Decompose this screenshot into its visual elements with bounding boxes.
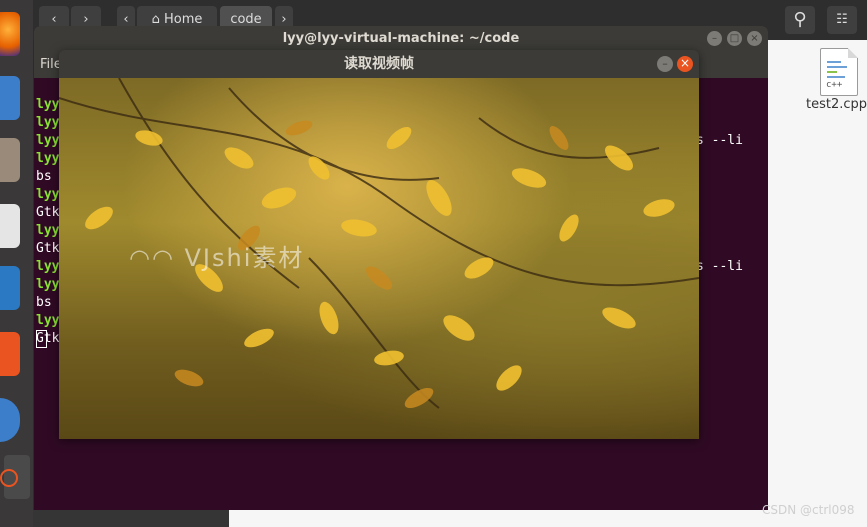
page-fold bbox=[848, 48, 858, 58]
home-icon: ⌂ bbox=[151, 12, 164, 27]
terminal-maximize-button[interactable]: □ bbox=[727, 31, 742, 46]
terminal-line: lyy bbox=[36, 259, 60, 274]
terminal-line: Gtk bbox=[36, 241, 60, 256]
search-icon[interactable]: ⚲ bbox=[785, 6, 815, 34]
cpp-file-icon[interactable]: c++ bbox=[820, 48, 858, 96]
terminal-line: bs bbox=[36, 295, 52, 310]
video-window[interactable]: 读取视频帧 – × ◠◠ VJshi素材 bbox=[59, 50, 699, 439]
home-crumb-label: Home bbox=[164, 12, 203, 27]
active-indicator bbox=[0, 469, 18, 487]
icon-line bbox=[827, 71, 837, 73]
firefox-icon[interactable] bbox=[0, 12, 20, 56]
watermark-text: VJshi素材 bbox=[184, 244, 305, 272]
terminal-title: lyy@lyy-virtual-machine: ~/code bbox=[34, 26, 768, 52]
terminal-cursor bbox=[36, 330, 47, 348]
terminal-text-fragment: s --li bbox=[696, 133, 743, 148]
terminal-line: lyy bbox=[36, 313, 60, 328]
file-name[interactable]: test2.cpp bbox=[806, 97, 867, 112]
software-center-icon[interactable] bbox=[0, 332, 20, 376]
terminal-line: lyy bbox=[36, 115, 60, 130]
terminal-line: Gtk bbox=[36, 205, 60, 220]
terminal-line: lyy bbox=[36, 151, 60, 166]
terminal-line: bs bbox=[36, 169, 52, 184]
file-type-label: c++ bbox=[826, 80, 843, 90]
terminal-line: lyy bbox=[36, 277, 60, 292]
close-button[interactable]: × bbox=[677, 56, 693, 72]
icon-line bbox=[827, 66, 847, 68]
terminal-line: lyy bbox=[36, 97, 60, 112]
help-icon[interactable] bbox=[0, 398, 20, 442]
video-window-title: 读取视频帧 bbox=[344, 56, 414, 72]
icon-line bbox=[827, 61, 841, 63]
view-options-icon[interactable]: ☷ bbox=[827, 6, 857, 34]
terminal-dock-icon[interactable] bbox=[0, 455, 30, 499]
thunderbird-icon[interactable] bbox=[0, 76, 20, 120]
terminal-text-fragment: s --li bbox=[696, 259, 743, 274]
video-frame: ◠◠ VJshi素材 bbox=[59, 78, 699, 439]
writer-icon[interactable] bbox=[0, 266, 20, 310]
watermark-logo: ◠◠ VJshi素材 bbox=[129, 244, 305, 272]
terminal-line: lyy bbox=[36, 223, 60, 238]
files-sidebar bbox=[33, 510, 229, 527]
terminal-line: lyy bbox=[36, 133, 60, 148]
terminal-close-button[interactable]: × bbox=[747, 31, 762, 46]
rhythmbox-icon[interactable] bbox=[0, 204, 20, 248]
files-content-area bbox=[768, 40, 867, 527]
files-icon[interactable] bbox=[0, 138, 20, 182]
files-content-bottom bbox=[229, 510, 768, 527]
terminal-line: lyy bbox=[36, 187, 60, 202]
terminal-minimize-button[interactable]: – bbox=[707, 31, 722, 46]
dock bbox=[0, 0, 33, 527]
minimize-button[interactable]: – bbox=[657, 56, 673, 72]
csdn-credit: CSDN @ctrl098 bbox=[762, 503, 855, 517]
icon-line bbox=[827, 76, 845, 78]
